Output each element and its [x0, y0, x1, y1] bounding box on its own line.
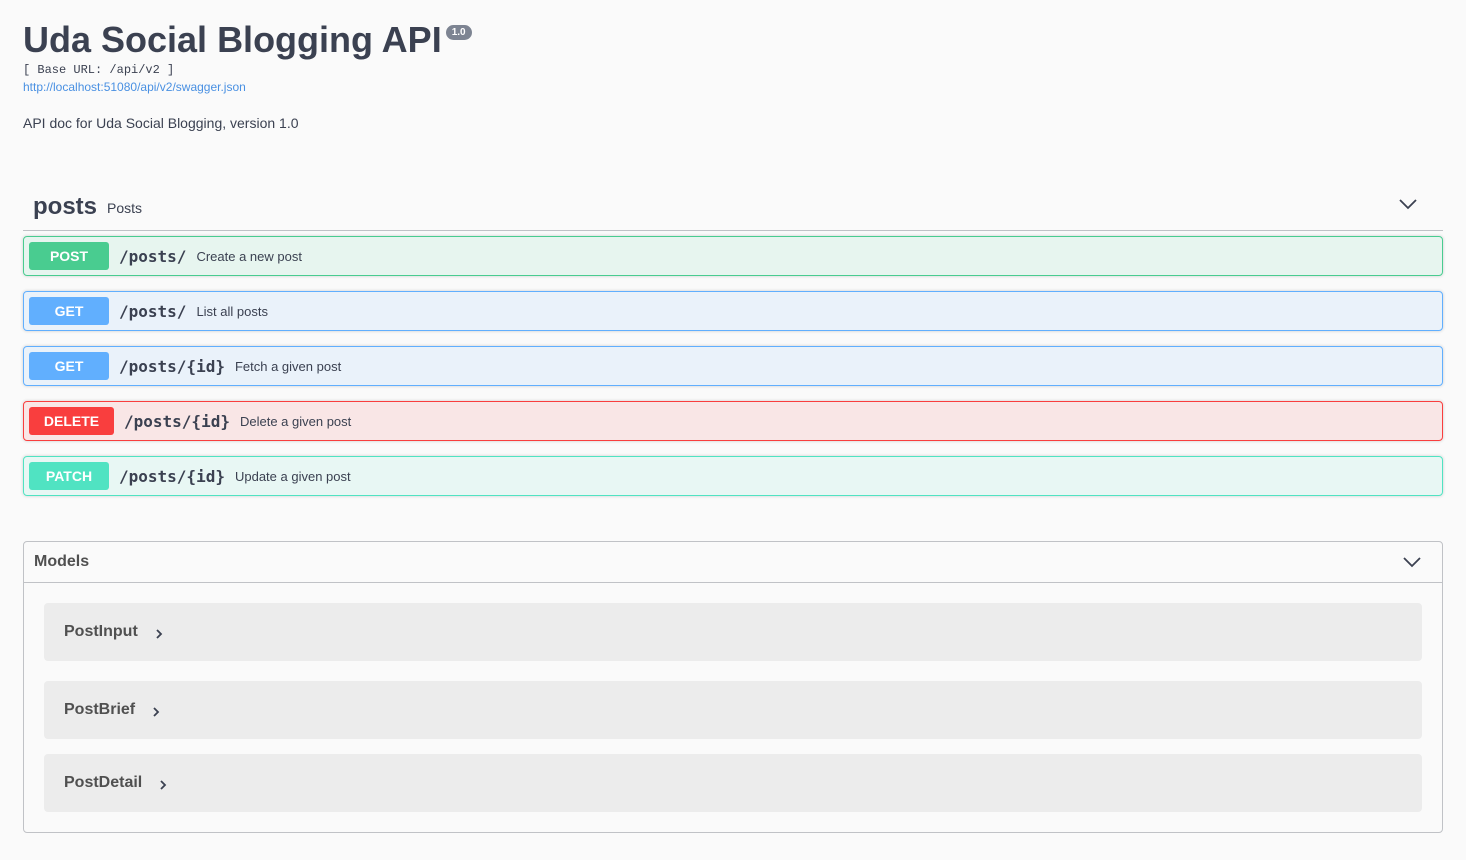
operation-delete-post[interactable]: DELETE /posts/{id} Delete a given post — [23, 401, 1443, 441]
model-name: PostDetail — [64, 774, 143, 791]
model-postinput[interactable]: PostInput — [44, 603, 1422, 661]
chevron-right-icon[interactable] — [154, 628, 164, 640]
operation-get-posts[interactable]: GET /posts/ List all posts — [23, 291, 1443, 331]
api-info: Uda Social Blogging API 1.0 [ Base URL: … — [23, 18, 1443, 132]
title-row: Uda Social Blogging API 1.0 — [23, 18, 1443, 62]
models-section: Models PostInput PostBrief PostDetail — [23, 541, 1443, 833]
base-url: [ Base URL: /api/v2 ] — [23, 63, 175, 77]
operation-path: /posts/{id} — [124, 411, 230, 431]
chevron-down-icon[interactable] — [1399, 198, 1417, 210]
operation-path: /posts/{id} — [119, 356, 225, 376]
method-badge: GET — [29, 352, 109, 380]
chevron-right-icon[interactable] — [151, 706, 161, 718]
operation-summary: Delete a given post — [239, 413, 352, 429]
method-badge: DELETE — [29, 407, 114, 435]
operation-get-post-by-id[interactable]: GET /posts/{id} Fetch a given post — [23, 346, 1443, 386]
model-postbrief[interactable]: PostBrief — [44, 681, 1422, 739]
tag-header-posts[interactable]: posts Posts — [23, 184, 1443, 231]
tag-section-posts: posts Posts POST /posts/ Create a new po… — [23, 184, 1443, 496]
models-header[interactable]: Models — [24, 542, 1442, 583]
model-postdetail[interactable]: PostDetail — [44, 754, 1422, 812]
operation-path: /posts/ — [119, 301, 187, 321]
operation-summary: List all posts — [196, 303, 268, 319]
swagger-json-link[interactable]: http://localhost:51080/api/v2/swagger.js… — [23, 79, 1443, 95]
operation-post-posts[interactable]: POST /posts/ Create a new post — [23, 236, 1443, 276]
operation-patch-post[interactable]: PATCH /posts/{id} Update a given post — [23, 456, 1443, 496]
version-badge: 1.0 — [445, 25, 472, 40]
model-name: PostInput — [64, 623, 138, 640]
tag-description: Posts — [107, 200, 143, 216]
operation-summary: Create a new post — [196, 248, 302, 264]
method-badge: POST — [29, 242, 109, 270]
operation-path: /posts/ — [119, 246, 187, 266]
operation-summary: Fetch a given post — [234, 358, 342, 374]
method-badge: GET — [29, 297, 109, 325]
operation-summary: Update a given post — [234, 468, 351, 484]
method-badge: PATCH — [29, 462, 109, 490]
operation-path: /posts/{id} — [119, 466, 225, 486]
chevron-down-icon[interactable] — [1403, 556, 1421, 568]
models-title: Models — [34, 553, 90, 570]
chevron-right-icon[interactable] — [158, 779, 168, 791]
tag-name: posts — [33, 193, 98, 220]
api-description: API doc for Uda Social Blogging, version… — [23, 115, 299, 131]
model-name: PostBrief — [64, 701, 136, 718]
page-title: Uda Social Blogging API — [23, 19, 442, 60]
